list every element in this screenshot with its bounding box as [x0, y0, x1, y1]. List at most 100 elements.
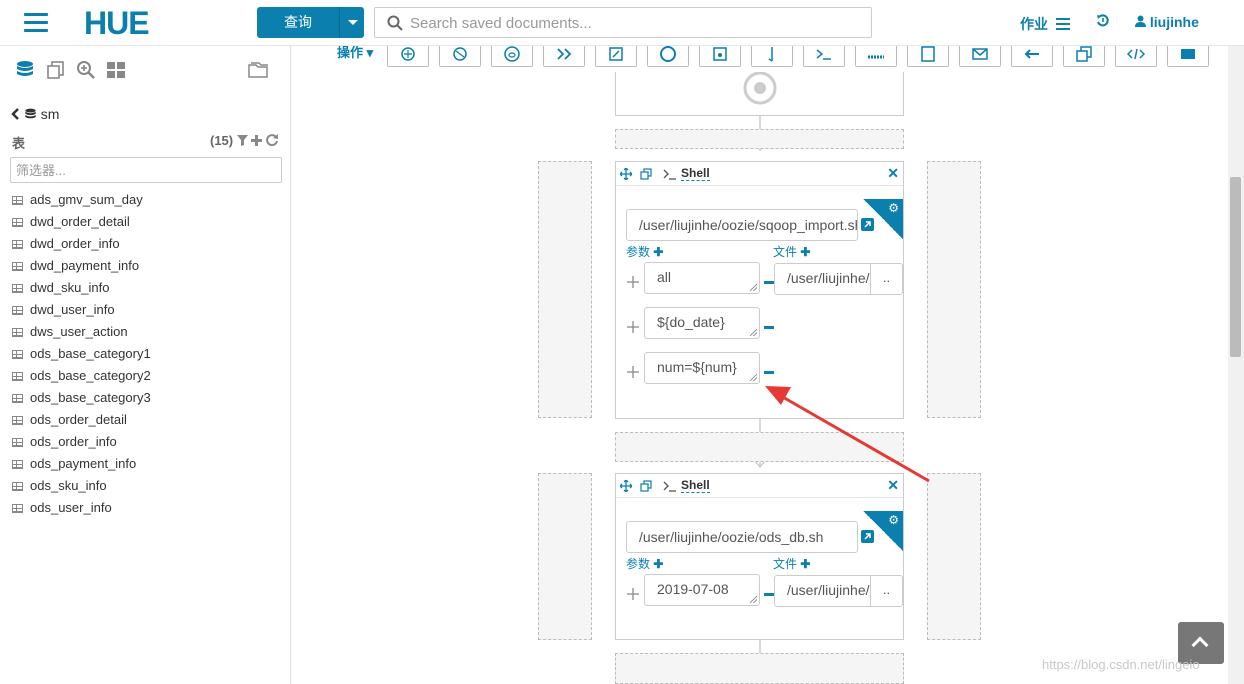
file-input[interactable]: /user/liujinhe/oozie/sqoop_import.sh.. — [774, 263, 903, 295]
table-item[interactable]: ods_base_category2 — [12, 365, 151, 387]
table-item[interactable]: dwd_payment_info — [12, 255, 151, 277]
node-type-label[interactable]: Shell — [681, 167, 710, 181]
shell-node: Shell ✕ ⚙ /user/liujinhe/oozie/ods_db.sh… — [615, 473, 904, 640]
java-action-button[interactable] — [699, 46, 741, 67]
copy-icon[interactable] — [640, 168, 652, 180]
email-action-button[interactable] — [959, 46, 1001, 67]
params-label[interactable]: 参数 ✚ — [626, 555, 663, 572]
grid-icon[interactable] — [106, 60, 126, 85]
minus-icon[interactable] — [764, 281, 774, 284]
table-item[interactable]: ods_user_info — [12, 497, 151, 519]
drag-handle-icon[interactable] — [627, 276, 639, 288]
param-input[interactable]: all — [644, 262, 760, 294]
start-icon — [743, 72, 777, 105]
spark-action-button[interactable] — [595, 46, 637, 67]
drop-zone-left[interactable] — [538, 473, 592, 640]
drop-zone[interactable] — [615, 129, 904, 149]
param-input[interactable]: ${do_date} — [644, 307, 760, 339]
actions-menu[interactable]: 操作 ▾ — [337, 46, 373, 61]
files-label[interactable]: 文件 ✚ — [773, 243, 810, 260]
table-item[interactable]: ods_payment_info — [12, 453, 151, 475]
table-icon — [12, 437, 23, 447]
plus-icon[interactable] — [251, 135, 263, 146]
drag-handle-icon[interactable] — [627, 321, 639, 333]
user-menu[interactable]: liujinhe — [1135, 14, 1199, 30]
svg-text:HUE: HUE — [84, 6, 149, 40]
scrollbar-thumb[interactable] — [1230, 177, 1241, 357]
ssh-action-button[interactable] — [855, 46, 897, 67]
param-input[interactable]: num=${num} — [644, 352, 760, 384]
table-item[interactable]: dwd_user_info — [12, 299, 151, 321]
stop-icon — [1181, 49, 1195, 59]
hive2-action-button[interactable] — [439, 46, 481, 67]
param-input[interactable]: 2019-07-08 — [644, 574, 760, 606]
script-path-field[interactable]: /user/liujinhe/oozie/sqoop_import.sh — [626, 209, 858, 241]
kill-action-button[interactable] — [1167, 46, 1209, 67]
generic-action-button[interactable] — [1115, 46, 1157, 67]
folder-open-icon[interactable] — [248, 60, 270, 85]
move-icon[interactable] — [620, 168, 632, 180]
table-item[interactable]: dwd_order_info — [12, 233, 151, 255]
table-item[interactable]: dwd_sku_info — [12, 277, 151, 299]
table-item[interactable]: ods_base_category1 — [12, 343, 151, 365]
scrollbar[interactable] — [1228, 46, 1244, 684]
file-browse-button[interactable]: .. — [870, 576, 902, 606]
java-icon — [713, 47, 727, 61]
table-item[interactable]: dws_user_action — [12, 321, 151, 343]
drop-zone-right[interactable] — [927, 161, 981, 418]
menu-icon[interactable] — [24, 13, 48, 33]
external-link-icon[interactable] — [861, 218, 874, 231]
query-dropdown-caret[interactable] — [339, 7, 364, 38]
jobs-label: 作业 — [1020, 16, 1048, 32]
files-label[interactable]: 文件 ✚ — [773, 555, 810, 572]
zoom-icon[interactable] — [76, 60, 96, 85]
table-item[interactable]: ods_order_info — [12, 431, 151, 453]
table-item[interactable]: ods_sku_info — [12, 475, 151, 497]
file-browse-button[interactable]: .. — [870, 264, 902, 294]
node-type-label[interactable]: Shell — [681, 479, 710, 493]
table-item[interactable]: ods_order_detail — [12, 409, 151, 431]
table-filter-input[interactable] — [10, 157, 282, 183]
file-icon — [921, 46, 935, 62]
history-icon[interactable] — [1096, 14, 1110, 31]
drop-zone-left[interactable] — [538, 161, 592, 418]
jobs-menu[interactable]: 作业 — [1020, 14, 1070, 34]
external-link-icon[interactable] — [861, 530, 874, 543]
query-button[interactable]: 查询 — [257, 7, 364, 38]
streaming-action-button[interactable] — [751, 46, 793, 67]
search-icon — [387, 15, 403, 31]
drop-zone[interactable] — [615, 653, 904, 684]
move-icon[interactable] — [620, 480, 632, 492]
pig-action-button[interactable] — [491, 46, 533, 67]
hive-action-button[interactable] — [387, 46, 429, 67]
sqoop-action-button[interactable] — [543, 46, 585, 67]
minus-icon[interactable] — [764, 371, 774, 374]
shell-action-button[interactable] — [803, 46, 845, 67]
hue-logo[interactable]: HUE — [84, 6, 184, 40]
refresh-icon[interactable] — [266, 134, 278, 147]
table-item[interactable]: dwd_order_detail — [12, 211, 151, 233]
drop-zone-right[interactable] — [927, 473, 981, 640]
script-path-field[interactable]: /user/liujinhe/oozie/ods_db.sh — [626, 521, 858, 553]
drag-handle-icon[interactable] — [627, 366, 639, 378]
minus-icon[interactable] — [764, 326, 774, 329]
back-to-databases[interactable]: sm — [10, 106, 59, 122]
minus-icon[interactable] — [764, 593, 774, 596]
mapreduce-action-button[interactable] — [647, 46, 689, 67]
documents-icon[interactable] — [46, 60, 66, 85]
hdfs-action-button[interactable] — [907, 46, 949, 67]
copy-icon[interactable] — [640, 480, 652, 492]
distcp-action-button[interactable] — [1011, 46, 1053, 67]
search-input[interactable] — [410, 12, 860, 34]
gears-icon: ⚙ — [888, 201, 899, 215]
file-input[interactable]: /user/liujinhe/oozie/ods_db.sh.. — [774, 575, 903, 607]
drag-handle-icon[interactable] — [627, 588, 639, 600]
table-item[interactable]: ods_base_category3 — [12, 387, 151, 409]
close-icon[interactable]: ✕ — [887, 165, 899, 182]
subworkflow-action-button[interactable] — [1063, 46, 1105, 67]
table-item[interactable]: ads_gmv_sum_day — [12, 189, 151, 211]
params-label[interactable]: 参数 ✚ — [626, 243, 663, 260]
filter-icon[interactable] — [236, 135, 248, 146]
table-icon — [12, 481, 23, 491]
database-icon[interactable] — [15, 60, 35, 85]
